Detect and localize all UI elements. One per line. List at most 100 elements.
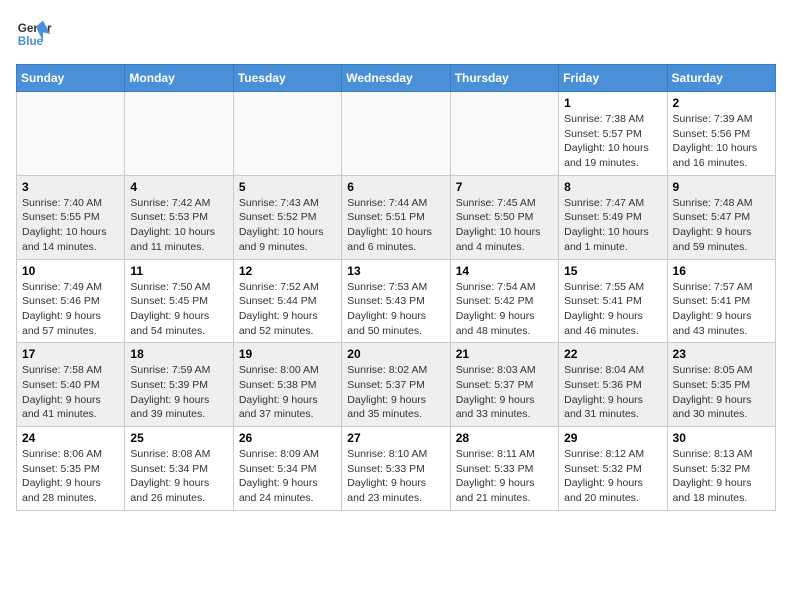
calendar-week-row: 10 Sunrise: 7:49 AMSunset: 5:46 PMDayligh… bbox=[17, 259, 776, 343]
weekday-header-cell: Saturday bbox=[667, 65, 775, 92]
day-info: Sunrise: 7:40 AMSunset: 5:55 PMDaylight:… bbox=[22, 196, 119, 255]
day-number: 5 bbox=[239, 180, 336, 194]
day-info: Sunrise: 7:57 AMSunset: 5:41 PMDaylight:… bbox=[673, 280, 770, 339]
calendar-cell: 24 Sunrise: 8:06 AMSunset: 5:35 PMDayligh… bbox=[17, 427, 125, 511]
day-info: Sunrise: 7:54 AMSunset: 5:42 PMDaylight:… bbox=[456, 280, 553, 339]
day-info: Sunrise: 7:49 AMSunset: 5:46 PMDaylight:… bbox=[22, 280, 119, 339]
day-number: 22 bbox=[564, 347, 661, 361]
calendar-cell bbox=[233, 92, 341, 176]
weekday-header-cell: Sunday bbox=[17, 65, 125, 92]
calendar-cell: 12Sunrise: 7:52 AMSunset: 5:44 PMDayligh… bbox=[233, 259, 341, 343]
day-info: Sunrise: 7:50 AMSunset: 5:45 PMDaylight:… bbox=[130, 280, 227, 339]
day-info: Sunrise: 7:52 AMSunset: 5:44 PMDaylight:… bbox=[239, 280, 336, 339]
day-number: 16 bbox=[673, 264, 770, 278]
day-number: 29 bbox=[564, 431, 661, 445]
calendar-cell: 20Sunrise: 8:02 AMSunset: 5:37 PMDayligh… bbox=[342, 343, 450, 427]
day-number: 24 bbox=[22, 431, 119, 445]
calendar-cell: 5 Sunrise: 7:43 AMSunset: 5:52 PMDaylight… bbox=[233, 175, 341, 259]
calendar-week-row: 17 Sunrise: 7:58 AMSunset: 5:40 PMDayligh… bbox=[17, 343, 776, 427]
calendar-cell: 19Sunrise: 8:00 AMSunset: 5:38 PMDayligh… bbox=[233, 343, 341, 427]
weekday-header-cell: Friday bbox=[559, 65, 667, 92]
weekday-header-cell: Tuesday bbox=[233, 65, 341, 92]
calendar-cell: 16 Sunrise: 7:57 AMSunset: 5:41 PMDayligh… bbox=[667, 259, 775, 343]
calendar-cell: 29 Sunrise: 8:12 AMSunset: 5:32 PMDayligh… bbox=[559, 427, 667, 511]
day-info: Sunrise: 7:53 AMSunset: 5:43 PMDaylight:… bbox=[347, 280, 444, 339]
calendar-cell bbox=[17, 92, 125, 176]
calendar-cell: 4 Sunrise: 7:42 AMSunset: 5:53 PMDaylight… bbox=[125, 175, 233, 259]
day-number: 19 bbox=[239, 347, 336, 361]
day-number: 30 bbox=[673, 431, 770, 445]
day-number: 1 bbox=[564, 96, 661, 110]
calendar-cell: 2 Sunrise: 7:39 AMSunset: 5:56 PMDaylight… bbox=[667, 92, 775, 176]
day-number: 10 bbox=[22, 264, 119, 278]
day-number: 11 bbox=[130, 264, 227, 278]
day-number: 28 bbox=[456, 431, 553, 445]
day-number: 8 bbox=[564, 180, 661, 194]
calendar-cell: 1 Sunrise: 7:38 AMSunset: 5:57 PMDaylight… bbox=[559, 92, 667, 176]
logo: General Blue bbox=[16, 16, 52, 52]
day-number: 20 bbox=[347, 347, 444, 361]
calendar-week-row: 3 Sunrise: 7:40 AMSunset: 5:55 PMDaylight… bbox=[17, 175, 776, 259]
day-info: Sunrise: 7:44 AMSunset: 5:51 PMDaylight:… bbox=[347, 196, 444, 255]
calendar-table: SundayMondayTuesdayWednesdayThursdayFrid… bbox=[16, 64, 776, 511]
day-number: 21 bbox=[456, 347, 553, 361]
day-info: Sunrise: 8:03 AMSunset: 5:37 PMDaylight:… bbox=[456, 363, 553, 422]
calendar-cell: 23Sunrise: 8:05 AMSunset: 5:35 PMDayligh… bbox=[667, 343, 775, 427]
day-info: Sunrise: 8:11 AMSunset: 5:33 PMDaylight:… bbox=[456, 447, 553, 506]
calendar-cell: 11 Sunrise: 7:50 AMSunset: 5:45 PMDayligh… bbox=[125, 259, 233, 343]
calendar-cell: 18 Sunrise: 7:59 AMSunset: 5:39 PMDayligh… bbox=[125, 343, 233, 427]
day-info: Sunrise: 7:58 AMSunset: 5:40 PMDaylight:… bbox=[22, 363, 119, 422]
day-info: Sunrise: 8:10 AMSunset: 5:33 PMDaylight:… bbox=[347, 447, 444, 506]
calendar-cell: 15Sunrise: 7:55 AMSunset: 5:41 PMDayligh… bbox=[559, 259, 667, 343]
day-info: Sunrise: 8:06 AMSunset: 5:35 PMDaylight:… bbox=[22, 447, 119, 506]
calendar-cell: 3 Sunrise: 7:40 AMSunset: 5:55 PMDaylight… bbox=[17, 175, 125, 259]
calendar-body: 1 Sunrise: 7:38 AMSunset: 5:57 PMDaylight… bbox=[17, 92, 776, 511]
day-info: Sunrise: 7:45 AMSunset: 5:50 PMDaylight:… bbox=[456, 196, 553, 255]
day-info: Sunrise: 8:08 AMSunset: 5:34 PMDaylight:… bbox=[130, 447, 227, 506]
day-number: 3 bbox=[22, 180, 119, 194]
day-number: 27 bbox=[347, 431, 444, 445]
calendar-cell: 7 Sunrise: 7:45 AMSunset: 5:50 PMDaylight… bbox=[450, 175, 558, 259]
day-info: Sunrise: 7:59 AMSunset: 5:39 PMDaylight:… bbox=[130, 363, 227, 422]
day-number: 17 bbox=[22, 347, 119, 361]
day-info: Sunrise: 7:48 AMSunset: 5:47 PMDaylight:… bbox=[673, 196, 770, 255]
day-number: 18 bbox=[130, 347, 227, 361]
day-info: Sunrise: 7:39 AMSunset: 5:56 PMDaylight:… bbox=[673, 112, 770, 171]
day-number: 6 bbox=[347, 180, 444, 194]
calendar-cell: 21 Sunrise: 8:03 AMSunset: 5:37 PMDayligh… bbox=[450, 343, 558, 427]
day-number: 2 bbox=[673, 96, 770, 110]
day-info: Sunrise: 7:47 AMSunset: 5:49 PMDaylight:… bbox=[564, 196, 661, 255]
calendar-cell: 26 Sunrise: 8:09 AMSunset: 5:34 PMDayligh… bbox=[233, 427, 341, 511]
weekday-header-cell: Thursday bbox=[450, 65, 558, 92]
day-number: 4 bbox=[130, 180, 227, 194]
day-info: Sunrise: 8:12 AMSunset: 5:32 PMDaylight:… bbox=[564, 447, 661, 506]
calendar-cell bbox=[125, 92, 233, 176]
day-number: 14 bbox=[456, 264, 553, 278]
calendar-cell: 14 Sunrise: 7:54 AMSunset: 5:42 PMDayligh… bbox=[450, 259, 558, 343]
calendar-cell: 28 Sunrise: 8:11 AMSunset: 5:33 PMDayligh… bbox=[450, 427, 558, 511]
day-info: Sunrise: 8:13 AMSunset: 5:32 PMDaylight:… bbox=[673, 447, 770, 506]
day-info: Sunrise: 7:42 AMSunset: 5:53 PMDaylight:… bbox=[130, 196, 227, 255]
calendar-cell: 6 Sunrise: 7:44 AMSunset: 5:51 PMDaylight… bbox=[342, 175, 450, 259]
calendar-cell: 10 Sunrise: 7:49 AMSunset: 5:46 PMDayligh… bbox=[17, 259, 125, 343]
day-info: Sunrise: 8:09 AMSunset: 5:34 PMDaylight:… bbox=[239, 447, 336, 506]
day-number: 23 bbox=[673, 347, 770, 361]
day-info: Sunrise: 7:55 AMSunset: 5:41 PMDaylight:… bbox=[564, 280, 661, 339]
day-number: 25 bbox=[130, 431, 227, 445]
day-number: 7 bbox=[456, 180, 553, 194]
calendar-week-row: 1 Sunrise: 7:38 AMSunset: 5:57 PMDaylight… bbox=[17, 92, 776, 176]
calendar-cell: 30 Sunrise: 8:13 AMSunset: 5:32 PMDayligh… bbox=[667, 427, 775, 511]
calendar-cell: 8 Sunrise: 7:47 AMSunset: 5:49 PMDaylight… bbox=[559, 175, 667, 259]
calendar-cell: 17 Sunrise: 7:58 AMSunset: 5:40 PMDayligh… bbox=[17, 343, 125, 427]
day-info: Sunrise: 7:43 AMSunset: 5:52 PMDaylight:… bbox=[239, 196, 336, 255]
weekday-header-cell: Monday bbox=[125, 65, 233, 92]
day-number: 26 bbox=[239, 431, 336, 445]
weekday-header-row: SundayMondayTuesdayWednesdayThursdayFrid… bbox=[17, 65, 776, 92]
page-header: General Blue bbox=[16, 16, 776, 52]
calendar-cell: 25 Sunrise: 8:08 AMSunset: 5:34 PMDayligh… bbox=[125, 427, 233, 511]
day-info: Sunrise: 8:04 AMSunset: 5:36 PMDaylight:… bbox=[564, 363, 661, 422]
day-info: Sunrise: 7:38 AMSunset: 5:57 PMDaylight:… bbox=[564, 112, 661, 171]
logo-icon: General Blue bbox=[16, 16, 52, 52]
day-number: 13 bbox=[347, 264, 444, 278]
weekday-header-cell: Wednesday bbox=[342, 65, 450, 92]
